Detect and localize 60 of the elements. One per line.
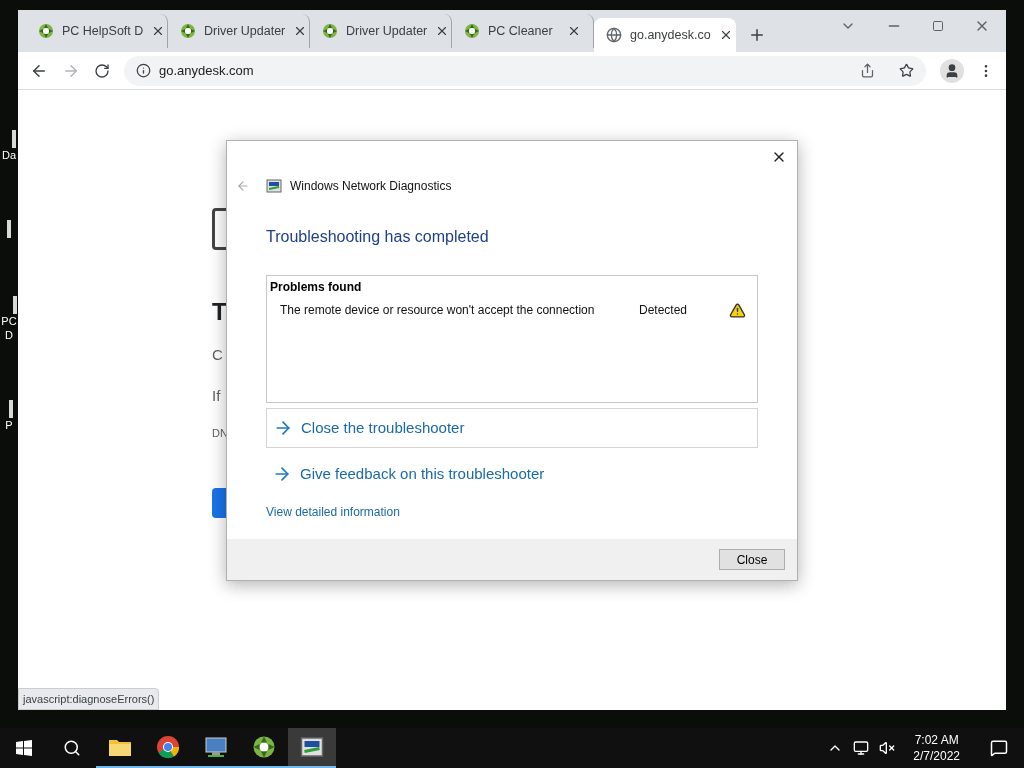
browser-tab[interactable]: PC Cleaner: [452, 14, 594, 48]
page-heading: T: [212, 297, 228, 327]
reload-icon[interactable]: [94, 62, 110, 79]
browser-tab[interactable]: Driver Updater: [310, 14, 452, 48]
profile-avatar[interactable]: [940, 58, 964, 83]
logo-icon: [464, 23, 480, 39]
dialog-heading: Troubleshooting has completed: [266, 227, 490, 247]
share-icon[interactable]: [860, 63, 875, 78]
dialog-title: Windows Network Diagnostics: [290, 178, 452, 195]
bookmark-icon[interactable]: [899, 63, 914, 78]
logo-icon: [38, 23, 54, 39]
network-diagnostics-icon: [266, 178, 282, 194]
browser-tab[interactable]: go.anydesk.co: [594, 18, 736, 52]
info-icon: [136, 63, 151, 78]
browser-tab[interactable]: PC HelpSoft D: [26, 14, 168, 48]
tab-title: Driver Updater: [346, 22, 428, 40]
problem-text: The remote device or resource won't accept the connection: [280, 302, 596, 319]
chrome-icon: [156, 735, 180, 759]
clock[interactable]: 7:02 AM 2/7/2022: [905, 732, 968, 764]
logo-icon: [252, 735, 276, 759]
command-link[interactable]: Close the troubleshooter: [266, 408, 758, 448]
person-icon: [944, 62, 960, 79]
problem-status: Detected: [639, 302, 689, 319]
url-text: go.anydesk.com: [159, 61, 254, 80]
tab-title: PC HelpSoft D: [62, 22, 144, 40]
command-link[interactable]: Give feedback on this troubleshooter: [266, 454, 758, 494]
network-icon[interactable]: [853, 740, 870, 756]
desktop-icon-label: PC: [1, 314, 17, 328]
logo-icon: [322, 23, 338, 39]
close-button[interactable]: Close: [719, 549, 785, 570]
browser-tab[interactable]: Driver Updater: [168, 14, 310, 48]
logo-icon: [180, 23, 196, 39]
status-bubble: javascript:diagnoseErrors(): [18, 687, 160, 710]
warning-icon: [729, 301, 746, 319]
tab-title: Driver Updater: [204, 22, 286, 40]
address-bar[interactable]: go.anydesk.com: [124, 55, 926, 86]
detail-link[interactable]: View detailed information: [266, 503, 758, 521]
volume-muted-icon[interactable]: [879, 740, 896, 756]
computer-icon: [204, 736, 228, 758]
desktop-icon[interactable]: [12, 130, 17, 148]
folder-icon: [108, 737, 132, 757]
search-icon: [63, 739, 81, 757]
desktop-icon-label: D: [5, 328, 13, 342]
taskbar-app[interactable]: [288, 728, 336, 768]
desktop-icon-label: Da: [1, 148, 17, 162]
notification-icon[interactable]: [990, 739, 1008, 757]
desktop-icon-label: P: [5, 418, 13, 432]
tab-title: PC Cleaner: [488, 22, 554, 40]
network-diagnostics-icon: [300, 735, 324, 759]
desktop-icon[interactable]: [12, 296, 17, 314]
new-tab-icon[interactable]: [748, 26, 766, 44]
list-header: Problems found: [270, 279, 363, 296]
desktop-icon[interactable]: [8, 400, 13, 418]
close-icon[interactable]: [567, 24, 581, 38]
maximize-icon[interactable]: [932, 20, 944, 32]
tab-title: go.anydesk.co: [630, 26, 711, 44]
globe-icon: [606, 27, 622, 43]
page-text: If: [212, 385, 222, 406]
page-text: C: [212, 345, 224, 365]
windows-icon: [16, 740, 32, 756]
